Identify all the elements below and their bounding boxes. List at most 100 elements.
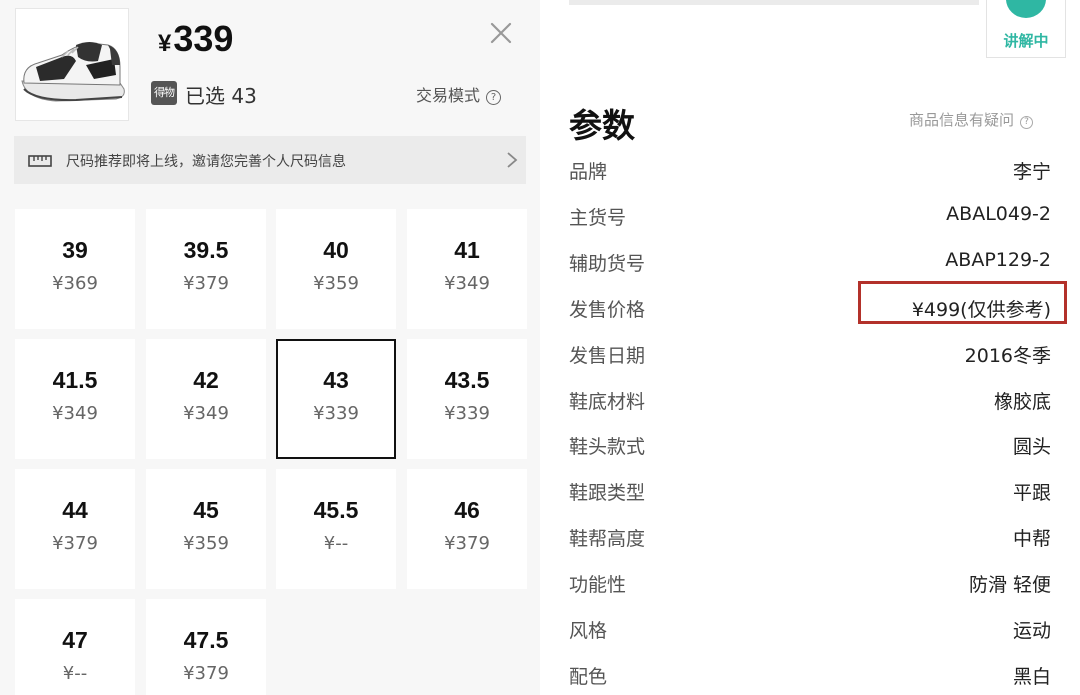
product-params-panel: 讲解中 参数 商品信息有疑问? 品牌 李宁主货号 ABAL049-2 辅助货号 ABAP… — [540, 0, 1080, 695]
explaining-label: 讲解中 — [1003, 32, 1049, 50]
param-value: ABAL049-2 — [946, 203, 1051, 225]
size-value: 45.5 — [313, 497, 359, 523]
close-icon — [490, 22, 512, 44]
param-value: 中帮 — [1012, 528, 1051, 550]
size-value: 39.5 — [183, 237, 229, 263]
param-value: 2016冬季 — [964, 345, 1051, 367]
size-value: 43 — [323, 367, 349, 393]
size-option[interactable]: 45.5 ¥-- — [276, 469, 396, 589]
size-option[interactable]: 41 ¥349 — [407, 209, 527, 329]
param-key: 鞋跟类型 — [569, 482, 646, 504]
param-value: ABAP129-2 — [945, 249, 1051, 271]
size-option[interactable]: 45 ¥359 — [146, 469, 266, 589]
param-row: 主货号 ABAL049-2 — [569, 203, 1051, 231]
selected-size-text: 已选 43 — [185, 84, 257, 108]
param-value: 平跟 — [1012, 482, 1051, 504]
param-value: 橡胶底 — [993, 391, 1051, 413]
param-key: 发售价格 — [569, 299, 646, 321]
size-value: 47.5 — [183, 627, 229, 653]
size-price: ¥339 — [313, 403, 359, 424]
size-price: ¥-- — [323, 533, 349, 554]
banner-text: 尺码推荐即将上线，邀请您完善个人尺码信息 — [66, 154, 346, 170]
size-option[interactable]: 43.5 ¥339 — [407, 339, 527, 459]
top-divider — [569, 0, 979, 5]
param-row: 发售日期 2016冬季 — [569, 341, 1051, 369]
ruler-icon — [28, 155, 52, 167]
param-key: 主货号 — [569, 207, 627, 229]
explaining-button[interactable]: 讲解中 — [986, 0, 1066, 58]
brand-tag-icon: 得物 — [151, 81, 177, 105]
size-option[interactable]: 39.5 ¥379 — [146, 209, 266, 329]
size-value: 44 — [62, 497, 88, 523]
trade-mode-label: 交易模式 — [416, 86, 481, 105]
size-recommend-banner[interactable]: 尺码推荐即将上线，邀请您完善个人尺码信息 — [14, 136, 526, 184]
size-option[interactable]: 44 ¥379 — [15, 469, 135, 589]
size-value: 41 — [454, 237, 480, 263]
param-key: 鞋底材料 — [569, 391, 646, 413]
size-value: 39 — [62, 237, 88, 263]
size-grid: 39 ¥369 39.5 ¥379 40 ¥359 41 ¥349 41.5 ¥349 42 ¥349… — [15, 209, 535, 695]
param-row: 配色 黑白 — [569, 662, 1051, 690]
param-key: 鞋帮高度 — [569, 528, 646, 550]
release-price-highlight — [858, 281, 1067, 324]
size-option[interactable]: 41.5 ¥349 — [15, 339, 135, 459]
selected-price: ¥339 — [158, 18, 233, 60]
close-button[interactable] — [486, 18, 516, 48]
size-value: 46 — [454, 497, 480, 523]
size-price: ¥359 — [313, 273, 359, 294]
param-key: 配色 — [569, 666, 608, 688]
size-option[interactable]: 47 ¥-- — [15, 599, 135, 695]
size-price: ¥349 — [444, 273, 490, 294]
help-icon: ? — [486, 90, 502, 105]
size-value: 47 — [62, 627, 88, 653]
size-price: ¥379 — [52, 533, 98, 554]
size-option[interactable]: 46 ¥379 — [407, 469, 527, 589]
param-row: 鞋帮高度 中帮 — [569, 524, 1051, 552]
param-value: 运动 — [1012, 620, 1051, 642]
currency-symbol: ¥ — [158, 30, 172, 57]
param-key: 功能性 — [569, 574, 627, 596]
size-value: 40 — [323, 237, 349, 263]
param-value: 李宁 — [1012, 161, 1051, 183]
param-value: 防滑 轻便 — [968, 574, 1051, 596]
size-value: 42 — [193, 367, 219, 393]
param-key: 品牌 — [569, 161, 608, 183]
param-row: 辅助货号 ABAP129-2 — [569, 249, 1051, 277]
size-value: 45 — [193, 497, 219, 523]
trade-mode-link[interactable]: 交易模式? — [416, 82, 502, 106]
sneaker-image — [21, 42, 125, 102]
size-value: 41.5 — [52, 367, 98, 393]
param-row: 功能性 防滑 轻便 — [569, 570, 1051, 598]
size-option[interactable]: 47.5 ¥379 — [146, 599, 266, 695]
product-thumbnail — [15, 8, 129, 121]
param-row: 鞋跟类型 平跟 — [569, 478, 1051, 506]
param-value: 黑白 — [1012, 666, 1051, 688]
size-price: ¥-- — [62, 663, 88, 684]
size-selector-panel: ¥339 得物 已选 43 交易模式? 尺码推荐即将上线，邀请您完善个人尺码信息… — [0, 0, 540, 695]
size-price: ¥379 — [444, 533, 490, 554]
size-price: ¥379 — [183, 663, 229, 684]
param-row: 风格 运动 — [569, 616, 1051, 644]
size-option[interactable]: 40 ¥359 — [276, 209, 396, 329]
param-key: 辅助货号 — [569, 253, 646, 275]
chevron-right-icon — [507, 152, 518, 168]
size-option[interactable]: 42 ¥349 — [146, 339, 266, 459]
params-title: 参数 — [569, 106, 635, 145]
param-row: 鞋底材料 橡胶底 — [569, 387, 1051, 415]
size-value: 43.5 — [444, 367, 490, 393]
info-question-link[interactable]: 商品信息有疑问? — [909, 109, 1034, 130]
size-price: ¥339 — [444, 403, 490, 424]
param-row: 品牌 李宁 — [569, 157, 1051, 185]
param-value: 圆头 — [1012, 436, 1051, 458]
param-row: 鞋头款式 圆头 — [569, 432, 1051, 460]
size-price: ¥379 — [183, 273, 229, 294]
help-icon: ? — [1020, 116, 1034, 129]
live-explain-icon — [1006, 0, 1046, 18]
info-question-label: 商品信息有疑问 — [909, 111, 1015, 129]
price-amount: 339 — [173, 18, 234, 59]
size-option[interactable]: 39 ¥369 — [15, 209, 135, 329]
size-option[interactable]: 43 ¥339 — [276, 339, 396, 459]
size-price: ¥369 — [52, 273, 98, 294]
size-price: ¥349 — [183, 403, 229, 424]
size-price: ¥349 — [52, 403, 98, 424]
